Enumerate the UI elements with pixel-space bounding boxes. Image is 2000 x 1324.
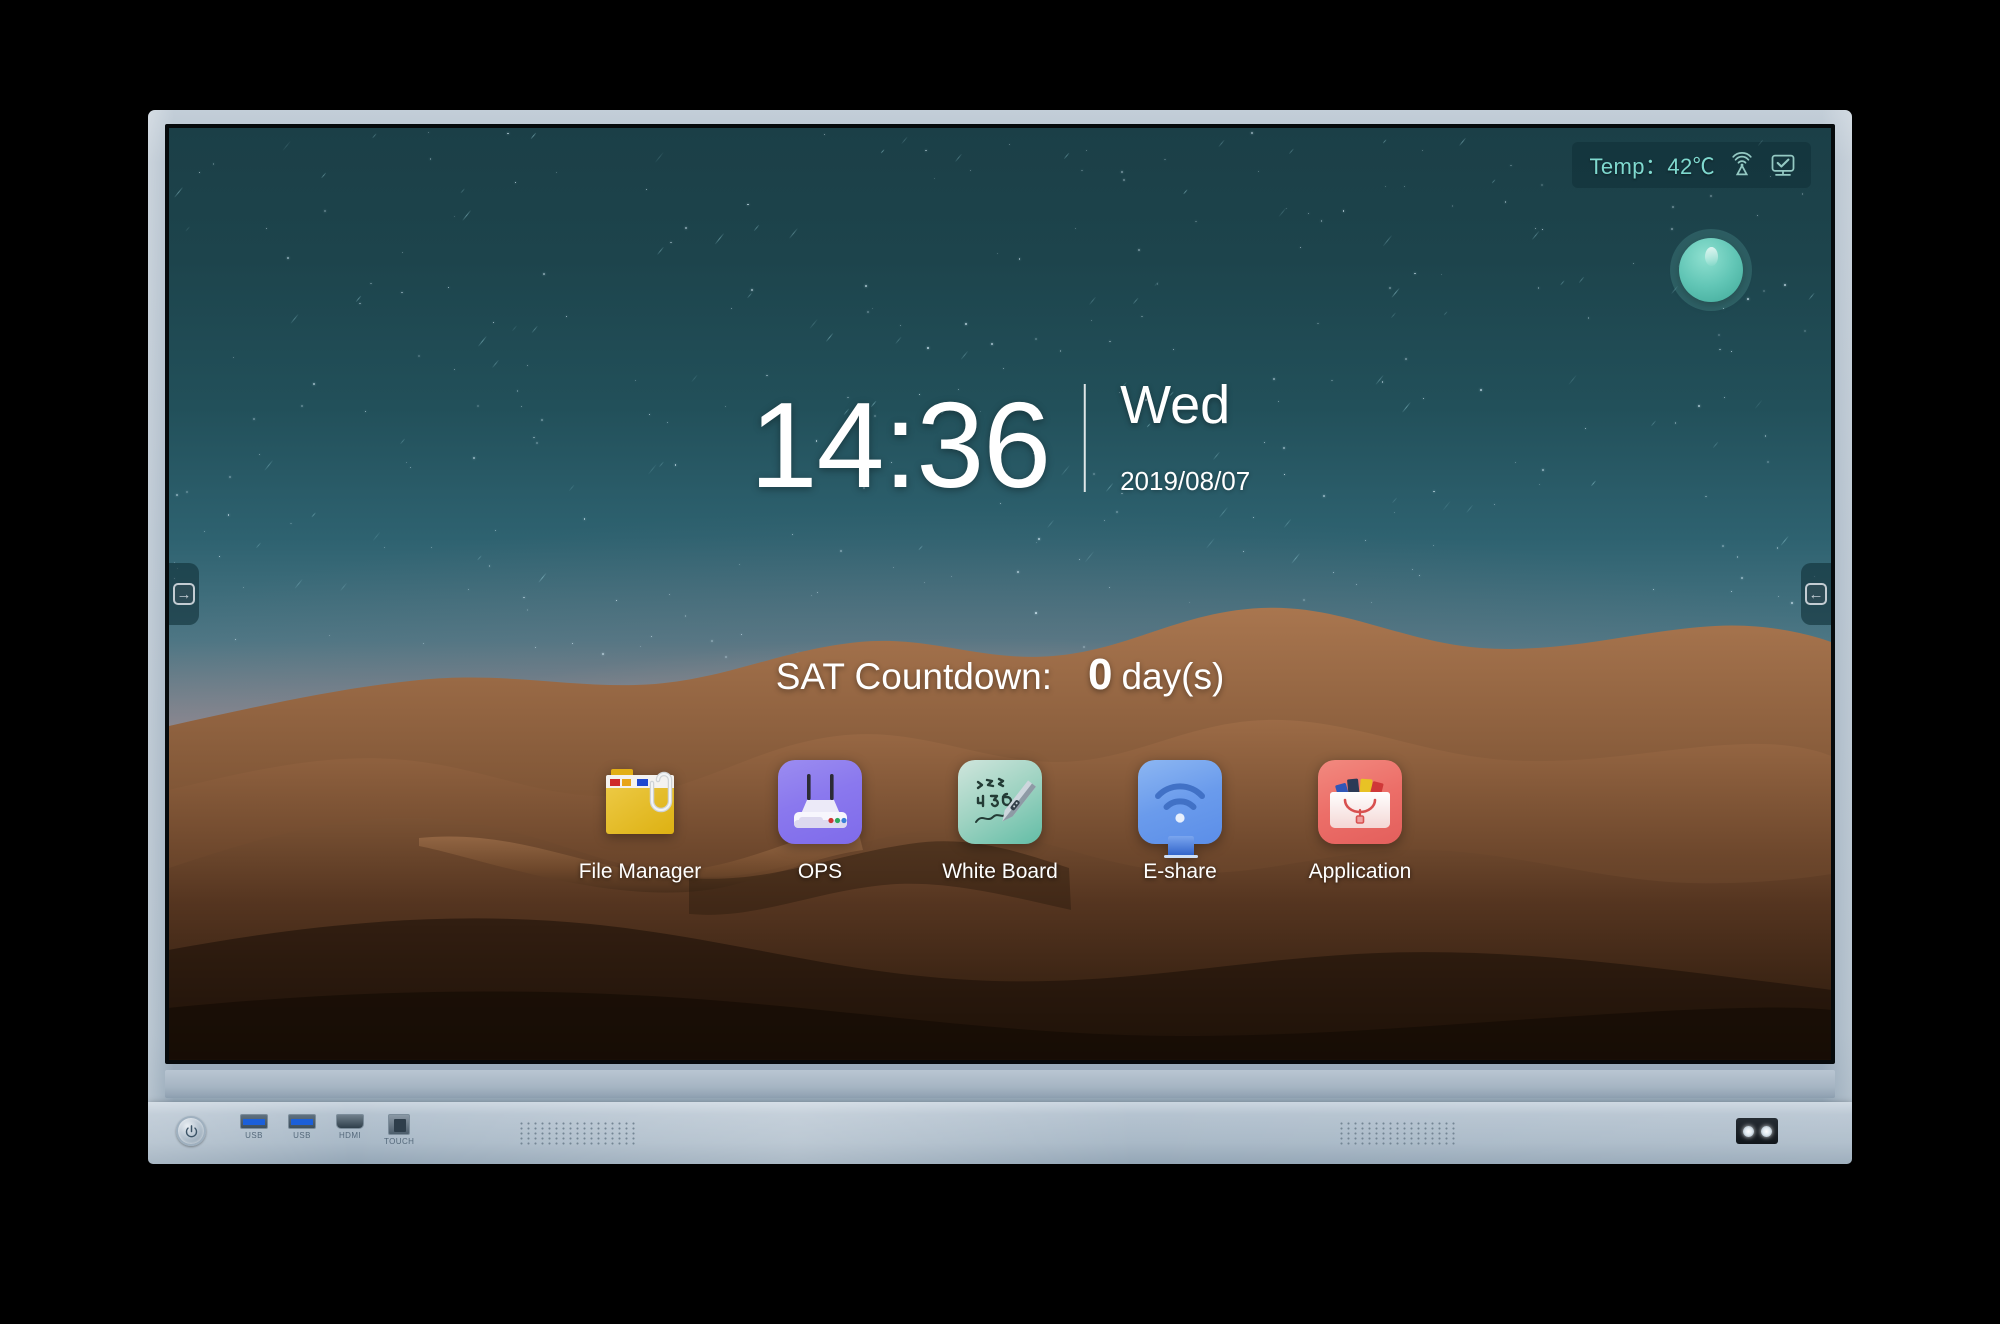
countdown-unit: day(s): [1121, 656, 1225, 697]
lower-bezel-lip: [165, 1070, 1835, 1098]
wireless-broadcast-icon[interactable]: [1728, 151, 1756, 179]
app-label: White Board: [942, 860, 1058, 883]
app-label: File Manager: [578, 860, 702, 883]
temperature-readout: Temp：42℃: [1589, 154, 1715, 179]
app-application[interactable]: Application: [1298, 760, 1422, 884]
wifi-cast-icon: [1138, 760, 1222, 858]
app-store-icon: [1318, 760, 1402, 844]
power-button[interactable]: [176, 1116, 206, 1146]
usb-port-icon: [240, 1114, 268, 1129]
port-label: TOUCH: [384, 1137, 415, 1146]
app-label: OPS: [797, 860, 843, 883]
app-dock: File Manager OPS White Board E-share App…: [578, 760, 1422, 884]
port-usb-2[interactable]: USB: [288, 1114, 316, 1140]
app-e-share[interactable]: E-share: [1118, 760, 1242, 884]
device-base-bar: USB USB HDMI TOUCH: [148, 1102, 1852, 1164]
app-file-manager[interactable]: File Manager: [578, 760, 702, 884]
clock-time: 14:36: [749, 377, 1051, 513]
port-hdmi[interactable]: HDMI: [336, 1114, 364, 1140]
screen-frame: Temp：42℃ 14:36 Wed 2019/08/07 SAT Countd…: [165, 124, 1835, 1064]
countdown-widget: SAT Countdown: 0 day(s): [776, 650, 1225, 700]
indicator-led-2: [1760, 1125, 1772, 1137]
app-white-board[interactable]: White Board: [938, 760, 1062, 884]
clock-weekday: Wed: [1120, 375, 1231, 435]
clock-date: 2019/08/07: [1120, 466, 1251, 496]
port-label: USB: [293, 1131, 311, 1140]
whiteboard-icon: [958, 760, 1042, 844]
arrow-left-icon: ←: [1805, 583, 1827, 605]
ir-receiver-indicator: [1736, 1118, 1778, 1144]
display-device: Temp：42℃ 14:36 Wed 2019/08/07 SAT Countd…: [148, 110, 1852, 1160]
clock-widget: 14:36 Wed 2019/08/07: [750, 375, 1251, 506]
indicator-led-1: [1742, 1125, 1754, 1137]
arrow-right-icon: →: [173, 583, 195, 605]
port-touch[interactable]: TOUCH: [384, 1114, 414, 1146]
router-icon: [778, 760, 862, 844]
io-port-cluster: USB USB HDMI TOUCH: [240, 1114, 414, 1146]
app-ops[interactable]: OPS: [758, 760, 882, 884]
speaker-grille-right: [1338, 1121, 1456, 1147]
left-edge-menu-handle[interactable]: →: [169, 563, 199, 625]
right-edge-menu-handle[interactable]: ←: [1801, 563, 1831, 625]
hdmi-port-icon: [336, 1114, 364, 1129]
countdown-value: 0: [1088, 650, 1113, 699]
usb-b-port-icon: [388, 1114, 411, 1135]
status-bar: Temp：42℃: [1571, 142, 1811, 188]
floating-assistant-button[interactable]: [1679, 238, 1743, 302]
speaker-grille-left: [518, 1121, 636, 1147]
power-icon: [185, 1124, 197, 1137]
screen-surface[interactable]: Temp：42℃ 14:36 Wed 2019/08/07 SAT Countd…: [169, 128, 1831, 1060]
monitor-check-icon[interactable]: [1769, 151, 1797, 179]
port-label: USB: [245, 1131, 263, 1140]
app-label: Application: [1308, 860, 1412, 883]
countdown-label: SAT Countdown:: [775, 656, 1052, 697]
usb-port-icon: [288, 1114, 316, 1129]
port-usb-1[interactable]: USB: [240, 1114, 268, 1140]
port-label: HDMI: [338, 1131, 362, 1140]
file-manager-icon: [598, 760, 682, 844]
